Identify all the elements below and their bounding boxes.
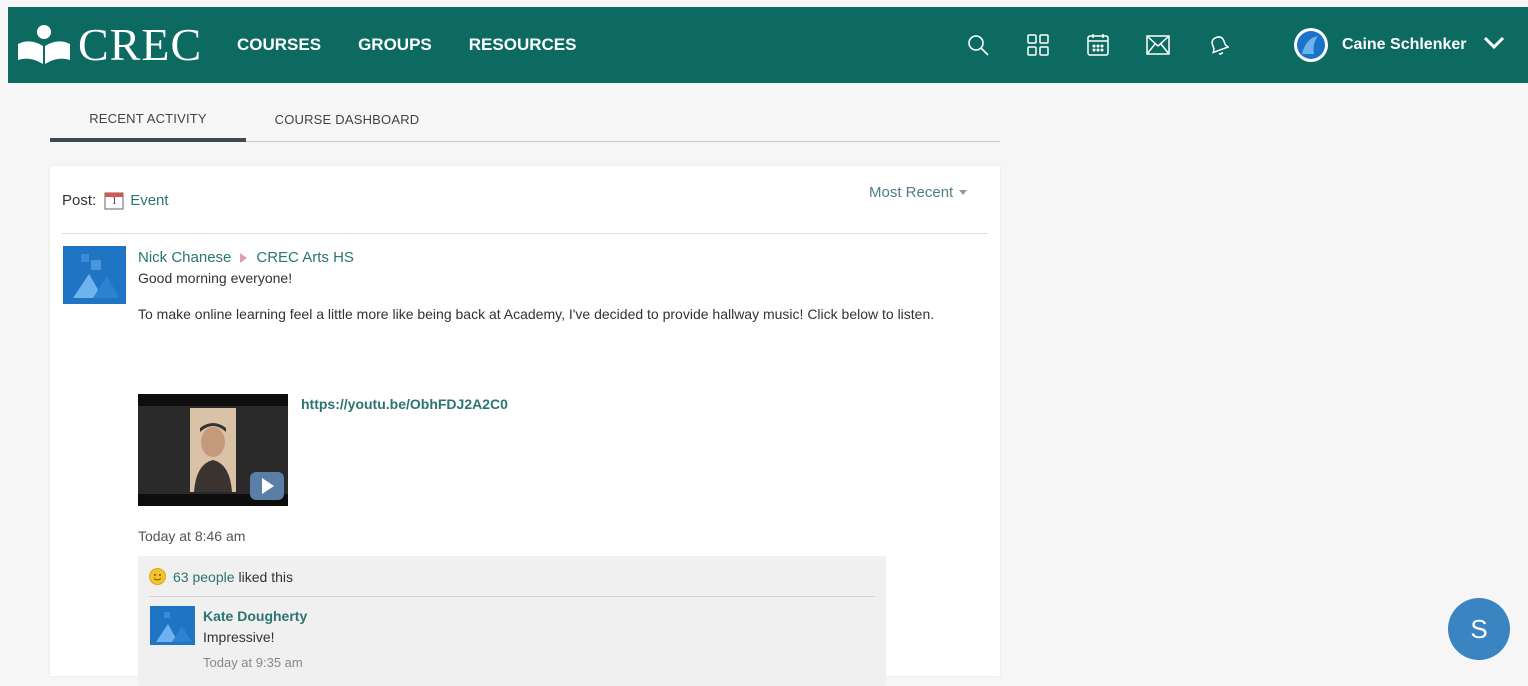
post-group-link[interactable]: CREC Arts HS	[256, 249, 354, 266]
user-name: Caine Schlenker	[1342, 36, 1467, 53]
nav-groups[interactable]: GROUPS	[358, 35, 432, 55]
event-label: Event	[130, 191, 169, 209]
likes-count-link[interactable]: 63 people	[173, 569, 235, 585]
smiley-icon	[149, 568, 166, 585]
video-link[interactable]: https://youtu.be/ObhFDJ2A2C0	[301, 396, 508, 412]
comment-author-link[interactable]: Kate Dougherty	[203, 608, 307, 624]
divider	[149, 596, 875, 597]
activity-feed-card: Post: 1 Event Most Recent Nick Chanese C…	[50, 166, 1000, 686]
likes-suffix: liked this	[238, 568, 293, 585]
mail-icon[interactable]	[1143, 30, 1173, 60]
post-type-row: Post: 1 Event	[62, 190, 169, 210]
calendar-icon[interactable]	[1083, 30, 1113, 60]
sort-dropdown[interactable]: Most Recent	[869, 184, 968, 201]
commenter-avatar[interactable]	[150, 606, 195, 645]
notification-bell-icon[interactable]	[1203, 30, 1233, 60]
comment-text: Impressive!	[203, 629, 275, 645]
post-event-button[interactable]: 1 Event	[104, 190, 169, 210]
logo-text: CREC	[78, 19, 203, 70]
caret-down-icon	[959, 190, 968, 195]
chat-launcher-button[interactable]: S	[1448, 598, 1510, 660]
search-icon[interactable]	[963, 30, 993, 60]
activity-tabs: RECENT ACTIVITY COURSE DASHBOARD	[50, 98, 1000, 142]
crec-logo[interactable]: CREC	[8, 7, 202, 83]
video-thumbnail[interactable]	[138, 394, 288, 506]
chevron-down-icon[interactable]	[1483, 36, 1505, 55]
post-author-link[interactable]: Nick Chanese	[138, 249, 231, 266]
apps-grid-icon[interactable]	[1023, 30, 1053, 60]
tab-course-dashboard[interactable]: COURSE DASHBOARD	[264, 98, 430, 141]
divider	[62, 233, 988, 234]
nav-resources[interactable]: RESOURCES	[469, 35, 577, 55]
post-label: Post:	[62, 191, 97, 209]
likes-row: 63 people liked this	[149, 568, 293, 585]
play-icon[interactable]	[250, 472, 284, 500]
calendar-event-icon: 1	[104, 190, 124, 210]
top-navigation-bar: CREC COURSES GROUPS RESOURCES Caine Schl…	[8, 7, 1528, 83]
nav-courses[interactable]: COURSES	[237, 35, 321, 55]
tab-recent-activity[interactable]: RECENT ACTIVITY	[50, 98, 246, 142]
main-nav: COURSES GROUPS RESOURCES	[237, 7, 613, 83]
post-timestamp: Today at 8:46 am	[138, 528, 246, 544]
post-body: To make online learning feel a little mo…	[138, 306, 935, 322]
author-avatar[interactable]	[63, 246, 126, 304]
post-greeting: Good morning everyone!	[138, 270, 293, 286]
user-menu[interactable]: Caine Schlenker	[1294, 7, 1505, 83]
post-author-line: Nick Chanese CREC Arts HS	[138, 249, 354, 266]
calendar-event-day: 1	[111, 196, 117, 207]
header-icon-group	[963, 7, 1263, 83]
post-interactions: 63 people liked this Kate Dougherty Impr…	[138, 556, 886, 686]
user-avatar	[1294, 28, 1328, 62]
sort-label: Most Recent	[869, 184, 954, 201]
crec-logo-mark-icon	[16, 24, 72, 66]
arrow-right-icon	[240, 252, 248, 263]
